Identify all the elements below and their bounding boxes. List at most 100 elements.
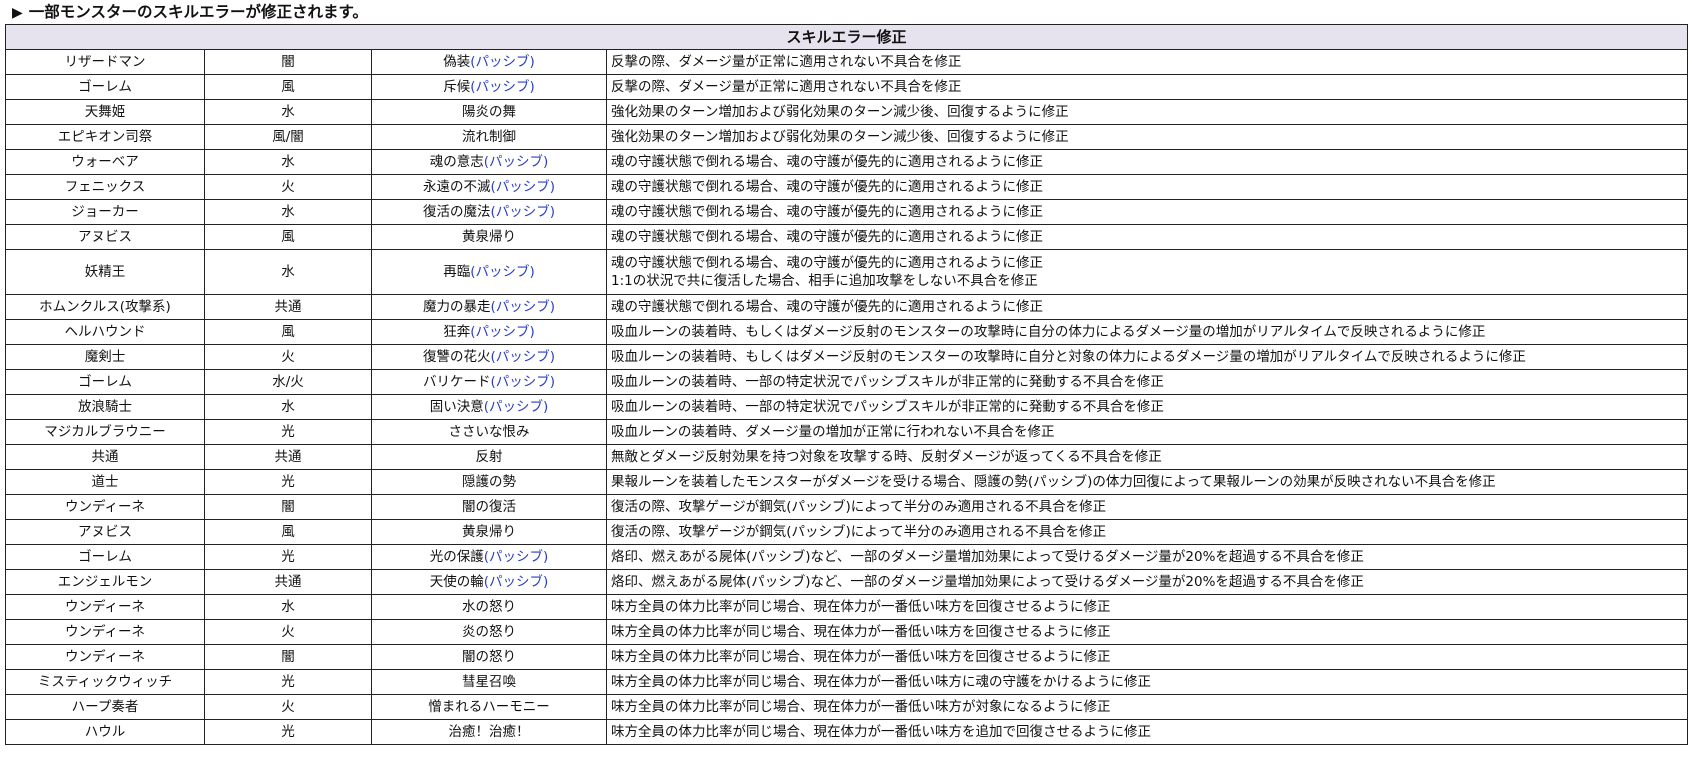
monster-name-cell: マジカルブラウニー	[5, 419, 205, 445]
skill-cell: 斥候(パッシブ)	[371, 74, 607, 100]
fix-description-line: 魂の守護状態で倒れる場合、魂の守護が優先的に適用されるように修正	[611, 229, 1043, 245]
fix-description-cell: 無敵とダメージ反射効果を持つ対象を攻撃する時、反射ダメージが返ってくる不具合を修…	[605, 444, 1689, 470]
skill-fix-table: スキルエラー修正 リザードマン闇偽装(パッシブ) 反撃の際、ダメージ量が正常に適用…	[4, 24, 1689, 745]
skill-cell: バリケード(パッシブ)	[371, 369, 607, 395]
fix-description-cell: 吸血ルーンの装着時、ダメージ量の増加が正常に行われない不具合を修正	[605, 419, 1689, 445]
skill-name: 黄泉帰り	[462, 524, 516, 540]
monster-name-cell: ゴーレム	[5, 74, 205, 100]
table-row: マジカルブラウニー光 ささいな恨み 吸血ルーンの装着時、ダメージ量の増加が正常に行わ…	[5, 419, 1689, 445]
monster-name-cell: ウォーベア	[5, 149, 205, 175]
table-row: ウォーベア水魂の意志(パッシブ) 魂の守護状態で倒れる場合、魂の守護が優先的に適用…	[5, 149, 1689, 175]
skill-name: 反射	[475, 449, 503, 465]
fix-description-cell: 味方全員の体力比率が同じ場合、現在体力が一番低い味方を回復させるように修正	[605, 644, 1689, 670]
table-row: ゴーレム風斥候(パッシブ) 反撃の際、ダメージ量が正常に適用されない不具合を修正	[5, 74, 1689, 100]
skill-name: 彗星召喚	[462, 674, 516, 690]
skill-cell: 復活の魔法(パッシブ)	[371, 199, 607, 225]
table-row: ミスティックウィッチ光 彗星召喚 味方全員の体力比率が同じ場合、現在体力が一番低い味…	[5, 669, 1689, 695]
table-title-row: スキルエラー修正	[4, 24, 1689, 50]
skill-cell: 治癒！治癒！	[371, 719, 607, 745]
skill-name: 再臨	[443, 264, 471, 280]
skill-name: 復讐の花火	[422, 349, 491, 365]
skill-cell: 固い決意(パッシブ)	[371, 394, 607, 420]
fix-description-cell: 強化効果のターン増加および弱化効果のターン減少後、回復するように修正	[605, 124, 1689, 150]
skill-name: バリケード	[422, 374, 491, 390]
attribute-cell: 水	[204, 594, 372, 620]
passive-tag: (パッシブ)	[470, 324, 535, 340]
skill-name: 闇の復活	[462, 499, 516, 515]
monster-name-cell: ジョーカー	[5, 199, 205, 225]
skill-cell: 狂奔(パッシブ)	[371, 319, 607, 345]
skill-name: 天使の輪	[429, 574, 484, 590]
monster-name-cell: ハープ奏者	[5, 694, 205, 720]
monster-name-cell: ウンディーネ	[5, 644, 205, 670]
fix-description-cell: 魂の守護状態で倒れる場合、魂の守護が優先的に適用されるように修正 1:1の状況で共…	[605, 249, 1689, 295]
fix-description-cell: 味方全員の体力比率が同じ場合、現在体力が一番低い味方を回復させるように修正	[605, 594, 1689, 620]
fix-description-cell: 味方全員の体力比率が同じ場合、現在体力が一番低い味方に魂の守護をかけるように修正	[605, 669, 1689, 695]
notice-heading-text: 一部モンスターのスキルエラーが修正されます。	[28, 3, 368, 21]
fix-description-line: 復活の際、攻撃ゲージが鋼気(パッシブ)によって半分のみ適用される不具合を修正	[611, 499, 1107, 515]
fix-description-line: 味方全員の体力比率が同じ場合、現在体力が一番低い味方を回復させるように修正	[611, 624, 1111, 640]
passive-tag: (パッシブ)	[483, 549, 549, 565]
table-row: 魔剣士火復讐の花火(パッシブ) 吸血ルーンの装着時、もしくはダメージ反射のモンスタ…	[5, 344, 1689, 370]
monster-name-cell: 放浪騎士	[5, 394, 205, 420]
skill-cell: 炎の怒り	[371, 619, 607, 645]
table-row: ハープ奏者火 憎まれるハーモニー 味方全員の体力比率が同じ場合、現在体力が一番低い味…	[5, 694, 1689, 720]
skill-name: 狂奔	[443, 324, 471, 340]
attribute-cell: 共通	[204, 444, 372, 470]
monster-name-cell: ハウル	[5, 719, 205, 745]
table-row: エピキオン司祭 風/闇 流れ制御 強化効果のターン増加および弱化効果のターン減少後、回…	[5, 124, 1689, 150]
fix-description-line: 吸血ルーンの装着時、ダメージ量の増加が正常に行われない不具合を修正	[611, 424, 1055, 440]
fix-description-line: 魂の守護状態で倒れる場合、魂の守護が優先的に適用されるように修正	[611, 154, 1043, 170]
attribute-cell: 風	[204, 224, 372, 250]
fix-description-cell: 魂の守護状態で倒れる場合、魂の守護が優先的に適用されるように修正	[605, 224, 1689, 250]
attribute-cell: 水	[204, 99, 372, 125]
skill-cell: 水の怒り	[371, 594, 607, 620]
skill-cell: 魂の意志(パッシブ)	[371, 149, 607, 175]
skill-cell: 天使の輪(パッシブ)	[371, 569, 607, 595]
fix-description-line: 吸血ルーンの装着時、一部の特定状況でパッシブスキルが非正常的に発動する不具合を修…	[611, 399, 1164, 415]
monster-name-cell: アヌビス	[5, 224, 205, 250]
skill-cell: 偽装(パッシブ)	[371, 49, 607, 75]
table-row: ウンディーネ水 水の怒り 味方全員の体力比率が同じ場合、現在体力が一番低い味方を回復…	[5, 594, 1689, 620]
skill-name: 光の保護	[429, 549, 484, 565]
table-row: アヌビス風 黄泉帰り 復活の際、攻撃ゲージが鋼気(パッシブ)によって半分のみ適用され…	[5, 519, 1689, 545]
table-title: スキルエラー修正	[4, 24, 1689, 50]
monster-name-cell: エピキオン司祭	[5, 124, 205, 150]
skill-name: 固い決意	[429, 399, 484, 415]
fix-description-line: 烙印、燃えあがる屍体(パッシブ)など、一部のダメージ量増加効果によって受けるダメ…	[611, 549, 1364, 565]
fix-description-cell: 烙印、燃えあがる屍体(パッシブ)など、一部のダメージ量増加効果によって受けるダメ…	[605, 569, 1689, 595]
monster-name-cell: 天舞姫	[5, 99, 205, 125]
table-row: ゴーレム 水/火 バリケード(パッシブ) 吸血ルーンの装着時、一部の特定状況でパッシブ…	[5, 369, 1689, 395]
attribute-cell: 水	[204, 199, 372, 225]
attribute-cell: 闇	[204, 49, 372, 75]
fix-description-cell: 魂の守護状態で倒れる場合、魂の守護が優先的に適用されるように修正	[605, 199, 1689, 225]
skill-name: 偽装	[443, 54, 471, 70]
table-row: 共通 共通 反射 無敵とダメージ反射効果を持つ対象を攻撃する時、反射ダメージが返ってく…	[5, 444, 1689, 470]
passive-tag: (パッシブ)	[483, 574, 549, 590]
fix-description-line: 味方全員の体力比率が同じ場合、現在体力が一番低い味方を回復させるように修正	[611, 649, 1111, 665]
monster-name-cell: ゴーレム	[5, 544, 205, 570]
passive-tag: (パッシブ)	[490, 299, 556, 315]
skill-cell: 彗星召喚	[371, 669, 607, 695]
monster-name-cell: エンジェルモン	[5, 569, 205, 595]
skill-cell: 黄泉帰り	[371, 224, 607, 250]
skill-cell: 再臨(パッシブ)	[371, 249, 607, 295]
fix-description-line: 強化効果のターン増加および弱化効果のターン減少後、回復するように修正	[611, 129, 1069, 145]
skill-cell: 永遠の不滅(パッシブ)	[371, 174, 607, 200]
fix-description-line: 吸血ルーンの装着時、もしくはダメージ反射のモンスターの攻撃時に自分と対象の体力に…	[611, 349, 1526, 365]
attribute-cell: 水/火	[204, 369, 372, 395]
table-row: ウンディーネ闇 闇の怒り 味方全員の体力比率が同じ場合、現在体力が一番低い味方を回復…	[5, 644, 1689, 670]
table-row: ヘルハウンド風狂奔(パッシブ) 吸血ルーンの装着時、もしくはダメージ反射のモンスタ…	[5, 319, 1689, 345]
fix-description-line: 1:1の状況で共に復活した場合、相手に追加攻撃をしない不具合を修正	[611, 273, 1038, 289]
fix-description-cell: 味方全員の体力比率が同じ場合、現在体力が一番低い味方を追加で回復させるように修正	[605, 719, 1689, 745]
fix-description-cell: 復活の際、攻撃ゲージが鋼気(パッシブ)によって半分のみ適用される不具合を修正	[605, 494, 1689, 520]
attribute-cell: 光	[204, 669, 372, 695]
skill-name: 水の怒り	[462, 599, 516, 615]
monster-name-cell: フェニックス	[5, 174, 205, 200]
skill-name: ささいな恨み	[448, 424, 530, 440]
attribute-cell: 共通	[204, 294, 372, 320]
skill-cell: 闇の復活	[371, 494, 607, 520]
passive-tag: (パッシブ)	[490, 374, 556, 390]
fix-description-cell: 魂の守護状態で倒れる場合、魂の守護が優先的に適用されるように修正	[605, 294, 1689, 320]
monster-name-cell: ホムンクルス(攻撃系)	[5, 294, 205, 320]
